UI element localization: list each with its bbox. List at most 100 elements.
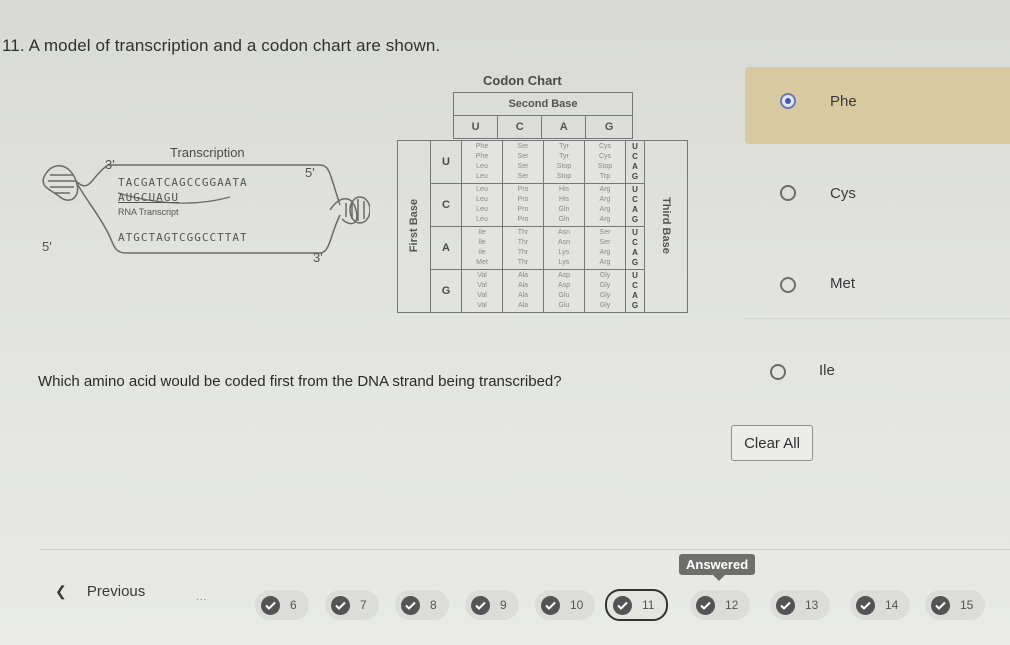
amino-acid: Ser bbox=[517, 163, 529, 170]
third-base: G bbox=[631, 172, 639, 181]
amino-acid: Ser bbox=[517, 143, 529, 150]
amino-acid: Val bbox=[477, 292, 487, 299]
question-pill-14[interactable]: 14 bbox=[850, 590, 911, 620]
dna-coding-strand: ATGCTAGTCGGCCTTAT bbox=[118, 231, 248, 244]
second-base-u: U bbox=[452, 115, 499, 139]
option-phe[interactable]: Phe bbox=[745, 67, 1010, 144]
clear-all-button[interactable]: Clear All bbox=[731, 425, 813, 461]
amino-acid: Asp bbox=[557, 282, 571, 289]
amino-acid: Trp bbox=[599, 173, 611, 180]
third-base-column: UCAG bbox=[625, 226, 645, 270]
check-circle-icon bbox=[856, 595, 875, 615]
transcription-diagram: Transcription 3' 5' 5' 3' TACGATCAGCCGGA… bbox=[30, 135, 370, 285]
radio-icon[interactable] bbox=[770, 364, 786, 380]
codon-row-c: C Leu Leu Leu Leu Pro Pro Pro Pro His His Gln Gln Arg… bbox=[398, 183, 688, 227]
second-base-g: G bbox=[585, 115, 633, 139]
dna-template-strand: TACGATCAGCCGGAATA bbox=[118, 176, 248, 189]
amino-acid: Gly bbox=[599, 292, 611, 299]
first-base: C bbox=[430, 183, 462, 227]
first-base: G bbox=[430, 269, 462, 313]
codon-grid: First Base U Phe Phe Leu Leu Ser Ser Ser Ser Tyr Ty… bbox=[397, 140, 688, 313]
question-number: 15 bbox=[960, 598, 974, 612]
question-prompt: Which amino acid would be coded first fr… bbox=[38, 373, 562, 390]
question-pill-11[interactable]: 11 bbox=[605, 589, 669, 621]
third-base: C bbox=[632, 238, 638, 247]
amino-acid: Val bbox=[477, 302, 487, 309]
option-label: Met bbox=[830, 275, 856, 292]
question-pill-13[interactable]: 13 bbox=[770, 590, 831, 620]
codon-cell: Gly Gly Gly Gly bbox=[584, 269, 626, 313]
amino-acid: Ile bbox=[478, 239, 486, 246]
amino-acid: Thr bbox=[517, 259, 529, 266]
check-circle-icon bbox=[696, 595, 715, 615]
second-base-label: Second Base bbox=[453, 92, 633, 116]
amino-acid: Ser bbox=[517, 173, 529, 180]
question-number: 9 bbox=[500, 598, 507, 612]
amino-acid: Ser bbox=[599, 239, 611, 246]
codon-cell: Pro Pro Pro Pro bbox=[502, 183, 544, 227]
radio-icon[interactable] bbox=[780, 277, 796, 293]
amino-acid: Gly bbox=[599, 302, 611, 309]
footer-divider bbox=[40, 549, 1010, 550]
codon-cell: Phe Phe Leu Leu bbox=[461, 140, 503, 184]
amino-acid: Met bbox=[476, 259, 488, 266]
amino-acid: Leu bbox=[476, 163, 488, 170]
third-base: C bbox=[632, 281, 638, 290]
amino-acid: Ile bbox=[478, 229, 486, 236]
option-met[interactable]: Met bbox=[745, 243, 1010, 319]
check-circle-icon bbox=[613, 595, 632, 615]
amino-acid: Asp bbox=[557, 272, 571, 279]
radio-icon[interactable] bbox=[780, 185, 796, 201]
question-pill-10[interactable]: 10 bbox=[535, 590, 596, 620]
amino-acid: Glu bbox=[558, 302, 570, 309]
question-stem-text: A model of transcription and a codon cha… bbox=[28, 36, 441, 55]
question-pill-15[interactable]: 15 bbox=[925, 590, 986, 620]
amino-acid: Stop bbox=[597, 163, 613, 170]
codon-cell: Asn Asn Lys Lys bbox=[543, 226, 585, 270]
question-pill-12[interactable]: 12 bbox=[690, 590, 751, 620]
third-base: C bbox=[632, 195, 638, 204]
amino-acid: Ser bbox=[599, 229, 611, 236]
amino-acid: Stop bbox=[556, 173, 572, 180]
third-base: C bbox=[632, 152, 638, 161]
amino-acid: Arg bbox=[599, 259, 611, 266]
question-pill-7[interactable]: 7 bbox=[325, 590, 379, 620]
third-base: U bbox=[632, 185, 638, 194]
third-base: G bbox=[631, 301, 639, 310]
rna-transcript-label: RNA Transcript bbox=[118, 207, 179, 217]
codon-chart-title: Codon Chart bbox=[483, 73, 562, 88]
codon-cell: Ile Ile Ile Met bbox=[461, 226, 503, 270]
codon-cell: Arg Arg Arg Arg bbox=[584, 183, 626, 227]
third-base: G bbox=[631, 258, 639, 267]
check-circle-icon bbox=[261, 595, 280, 615]
option-cys[interactable]: Cys bbox=[745, 155, 1010, 230]
amino-acid: Lys bbox=[558, 249, 570, 256]
previous-button[interactable]: ❮ Previous bbox=[55, 583, 145, 600]
amino-acid: Leu bbox=[476, 196, 488, 203]
option-label: Ile bbox=[819, 362, 835, 379]
amino-acid: Pro bbox=[517, 186, 529, 193]
option-ile[interactable]: Ile bbox=[735, 338, 1010, 413]
amino-acid: Ala bbox=[517, 302, 529, 309]
amino-acid: Ile bbox=[478, 249, 486, 256]
third-base: A bbox=[632, 248, 638, 257]
radio-selected-icon[interactable] bbox=[780, 93, 796, 109]
question-pill-8[interactable]: 8 bbox=[395, 590, 449, 620]
amino-acid: Asn bbox=[557, 229, 571, 236]
first-base: A bbox=[430, 226, 462, 270]
amino-acid: Cys bbox=[598, 153, 612, 160]
pagination-ellipsis: ... bbox=[196, 592, 208, 603]
question-pill-6[interactable]: 6 bbox=[255, 590, 309, 620]
codon-cell: Ala Ala Ala Ala bbox=[502, 269, 544, 313]
answered-tooltip: Answered bbox=[679, 554, 756, 581]
check-circle-icon bbox=[776, 595, 795, 615]
amino-acid: Ala bbox=[517, 272, 529, 279]
amino-acid: Leu bbox=[476, 216, 488, 223]
question-pill-9[interactable]: 9 bbox=[465, 590, 519, 620]
codon-cell: Cys Cys Stop Trp bbox=[584, 140, 626, 184]
amino-acid: Gly bbox=[599, 282, 611, 289]
rna-transcript-sequence: AUGCUAGU bbox=[118, 191, 179, 204]
chevron-left-icon: ❮ bbox=[55, 583, 67, 599]
amino-acid: Arg bbox=[599, 206, 611, 213]
third-base: A bbox=[632, 205, 638, 214]
